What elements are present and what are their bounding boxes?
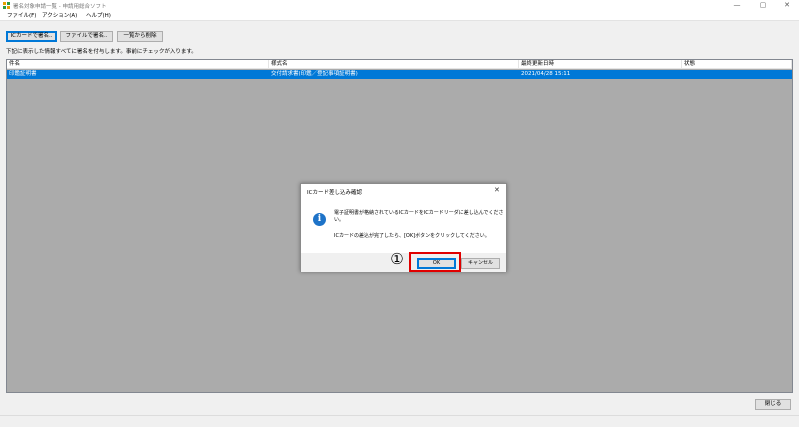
- close-button[interactable]: 閉じる: [755, 399, 791, 410]
- menu-bar: ファイル(F) アクション(A) ヘルプ(H): [0, 11, 799, 21]
- status-bar: [0, 415, 799, 427]
- column-header-subject[interactable]: 件名: [7, 60, 269, 69]
- ic-card-sign-button[interactable]: ICカードで署名..: [6, 31, 57, 42]
- column-header-form[interactable]: 様式名: [269, 60, 519, 69]
- remove-from-list-button[interactable]: 一覧から削除: [117, 31, 163, 42]
- dialog-close-icon[interactable]: ✕: [494, 186, 500, 194]
- dialog-message-line3: ICカードの差込が完了したら、[OK]ボタンをクリックしてください。: [334, 233, 490, 239]
- minimize-button[interactable]: —: [728, 0, 746, 11]
- menu-action[interactable]: アクション(A): [42, 12, 77, 20]
- dialog-message-line1: 電子証明書が格納されているICカードをICカードリーダに差し込んでくださ: [334, 210, 504, 216]
- info-glyph: i: [317, 214, 322, 224]
- info-icon: i: [313, 213, 326, 226]
- cell-subject: 印鑑証明書: [9, 71, 37, 77]
- window-close-button[interactable]: ✕: [778, 0, 796, 11]
- cell-status: [682, 70, 792, 79]
- menu-file[interactable]: ファイル(F): [7, 12, 36, 20]
- dialog-title: ICカード差し込み確認: [307, 190, 362, 196]
- column-header-status[interactable]: 状態: [682, 60, 792, 69]
- cell-updated: 2021/04/28 15:11: [521, 71, 571, 77]
- file-sign-button[interactable]: ファイルで署名..: [60, 31, 113, 42]
- window-title: 署名対象申請一覧 - 申請用総合ソフト: [13, 4, 107, 10]
- list-header: 件名 様式名 最終更新日時 状態: [7, 60, 792, 69]
- cancel-button[interactable]: キャンセル: [461, 258, 500, 269]
- ok-button-highlight: [409, 252, 461, 272]
- table-row[interactable]: 印鑑証明書 交付請求書(印鑑／登記事項証明書) 2021/04/28 15:11: [7, 70, 792, 79]
- instruction-text: 下記に表示した情報すべてに署名を付与します。事前にチェックが入ります。: [6, 49, 197, 55]
- title-bar: 署名対象申請一覧 - 申請用総合ソフト — ▢ ✕: [0, 0, 799, 11]
- cell-form: 交付請求書(印鑑／登記事項証明書): [271, 71, 358, 77]
- menu-help[interactable]: ヘルプ(H): [86, 12, 111, 20]
- app-icon: [3, 2, 10, 9]
- maximize-button[interactable]: ▢: [754, 0, 772, 11]
- step-number-label: ①: [390, 250, 404, 268]
- column-header-updated[interactable]: 最終更新日時: [519, 60, 682, 69]
- dialog-message-line2: い。: [334, 217, 345, 223]
